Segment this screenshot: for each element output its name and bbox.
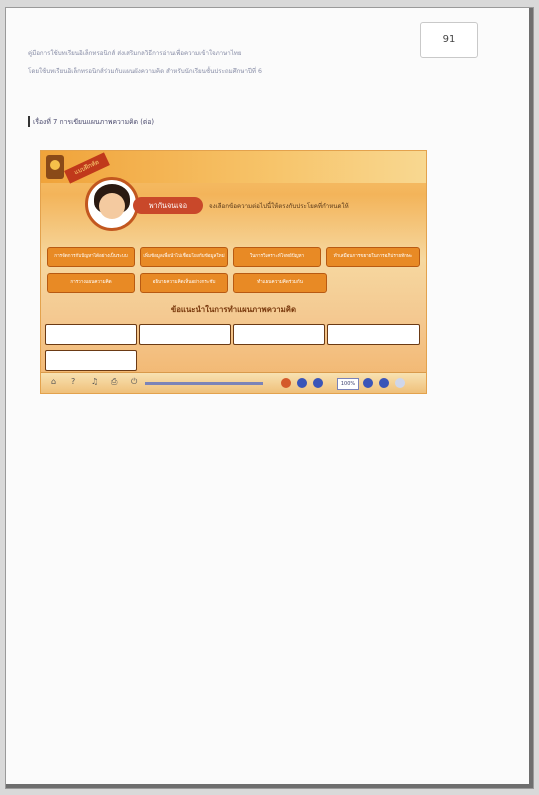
player-control-bar: ⌂ ? ♫ ⎙ ⏻ 100%: [41, 372, 426, 393]
instruction-text: จงเลือกข้อความต่อไปนี้ให้ตรงกับประโยคที่…: [209, 203, 349, 210]
answer-slot-5[interactable]: [45, 350, 137, 371]
progress-slider[interactable]: [145, 382, 263, 385]
school-seal-icon: [46, 155, 64, 179]
answer-slot-1[interactable]: [45, 324, 137, 345]
embedded-screenshot: แบบฝึกหัด พากันจนเจอ จงเลือกข้อความต่อไป…: [40, 150, 427, 394]
answer-slot-2[interactable]: [139, 324, 231, 345]
answer-button-7[interactable]: ทำแผนความคิดร่วมกัน: [233, 273, 327, 293]
next-icon[interactable]: [363, 378, 373, 388]
answer-button-1[interactable]: การจัดการกับปัญหาได้อย่างเป็นระบบ: [47, 247, 135, 267]
header-line-2: โดยใช้บทเรียนอิเล็กทรอนิกส์ร่วมกับแผนผัง…: [28, 68, 262, 75]
help-icon[interactable]: ?: [71, 377, 75, 386]
record-button[interactable]: [281, 378, 291, 388]
prev-icon[interactable]: [313, 378, 323, 388]
home-icon[interactable]: ⌂: [51, 377, 56, 386]
answer-slot-4[interactable]: [327, 324, 420, 345]
exit-icon[interactable]: [395, 378, 405, 388]
avatar: [85, 177, 139, 231]
answer-button-4[interactable]: ทำเสมือนการขยายในการอภิปรายทักษะ: [326, 247, 420, 267]
answer-button-5[interactable]: การวางแผนความคิด: [47, 273, 135, 293]
power-icon[interactable]: ⏻: [131, 377, 137, 387]
answer-slot-3[interactable]: [233, 324, 325, 345]
document-page: 91 คู่มือการใช้บทเรียนอิเล็กทรอนิกส์ ส่ง…: [6, 8, 533, 788]
answer-button-6[interactable]: อธิบายความคิดเห็นอย่างกระชับ: [140, 273, 228, 293]
answer-button-2[interactable]: เพิ่มข้อมูลเพื่อนำไปเชื่อมโยงกับข้อมูลให…: [140, 247, 228, 267]
page-number: 91: [420, 22, 478, 58]
section-title: เรื่องที่ 7 การเขียนแผนภาพความคิด (ต่อ): [28, 116, 154, 127]
zoom-level: 100%: [337, 378, 359, 390]
header-line-1: คู่มือการใช้บทเรียนอิเล็กทรอนิกส์ ส่งเสร…: [28, 50, 242, 57]
forward-icon[interactable]: [379, 378, 389, 388]
guide-heading: ข้อแนะนำในการทำแผนภาพความคิด: [170, 305, 297, 314]
lesson-title: พากันจนเจอ: [133, 197, 203, 214]
answer-button-3[interactable]: ในการวิเคราะห์โจทย์ปัญหา: [233, 247, 321, 267]
sound-icon[interactable]: ♫: [91, 377, 98, 386]
rewind-icon[interactable]: [297, 378, 307, 388]
print-icon[interactable]: ⎙: [111, 377, 117, 387]
